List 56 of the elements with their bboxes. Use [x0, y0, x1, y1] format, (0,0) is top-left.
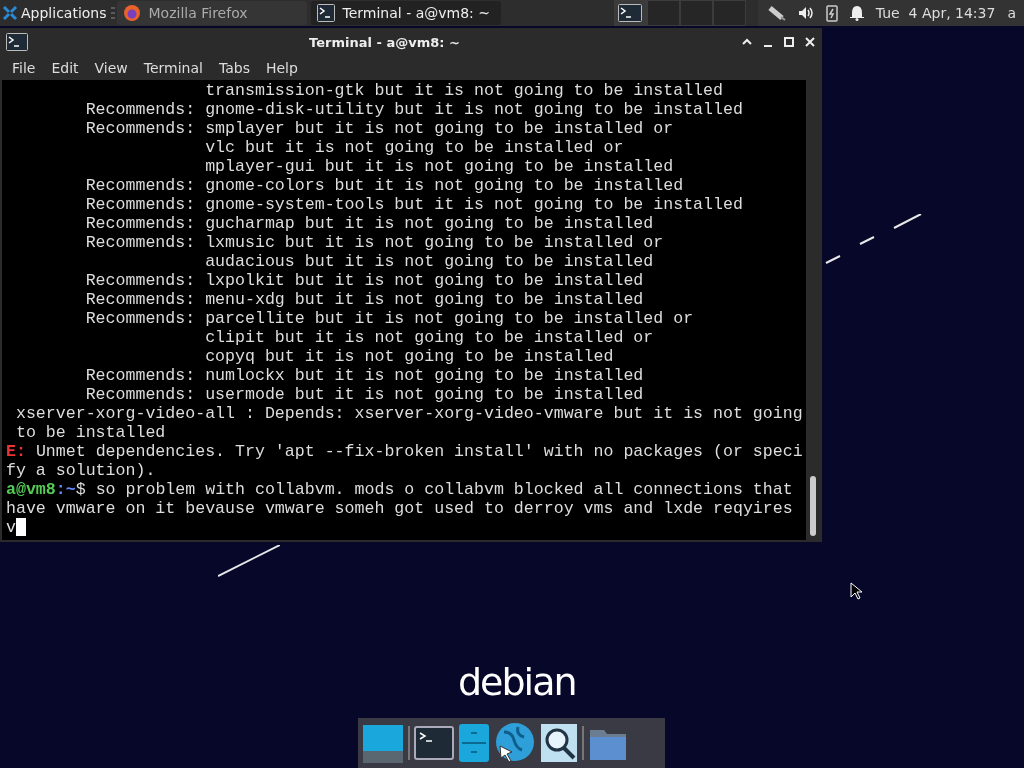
- terminal-line: Recommends: usermode but it is not going to be installed: [84, 385, 645, 404]
- terminal-line: Recommends: parcellite but it is not going to be installed or: [84, 309, 695, 328]
- terminal-line: a@vm8:~$ so problem with collabvm. mods o collabvm blocked all connections that: [6, 480, 794, 499]
- text-cursor: [15, 518, 26, 536]
- terminal-line: fy a solution).: [6, 461, 157, 480]
- terminal-line: Recommends: lxmusic but it is not going to be installed or: [84, 233, 665, 252]
- clock[interactable]: Tue 4 Apr, 14:37: [875, 5, 996, 21]
- handle-icon: [110, 6, 115, 20]
- terminal-line: E: Unmet dependencies. Try 'apt --fix-broken install' with no packages (or speci: [6, 442, 804, 461]
- show-desktop-icon[interactable]: [362, 722, 404, 764]
- terminal-line: to be installed: [14, 423, 167, 442]
- scrollbar[interactable]: [806, 80, 820, 540]
- terminal-line: audacious but it is not going to be installed: [204, 252, 655, 271]
- mouse-pointer-icon: [850, 582, 862, 600]
- user-name[interactable]: a: [1007, 5, 1016, 21]
- terminal-line: have vmware on it bevause vmware someh got used to derroy vms and lxde reqyires: [6, 499, 794, 518]
- menu-item[interactable]: Tabs: [210, 60, 258, 76]
- menu-item[interactable]: View: [86, 60, 136, 76]
- globe-icon[interactable]: [494, 722, 536, 764]
- volume-icon[interactable]: [797, 5, 814, 21]
- terminal-line: Recommends: lxpolkit but it is not going to be installed: [84, 271, 645, 290]
- menu-item[interactable]: Terminal: [135, 60, 211, 76]
- wallpaper-line-drawing: [218, 545, 280, 577]
- notification-bell-icon[interactable]: [849, 5, 864, 21]
- terminal-line: v: [6, 518, 806, 537]
- battery-icon[interactable]: [825, 4, 838, 22]
- applications-menu[interactable]: Applications: [0, 0, 109, 26]
- file-cabinet-icon[interactable]: [458, 722, 490, 764]
- window-title: Terminal - a@vm8: ~: [308, 34, 461, 50]
- debian-logo: debian: [458, 660, 576, 704]
- menu-item[interactable]: Help: [257, 60, 306, 76]
- terminal-line: xserver-xorg-video-all : Depends: xserver-xorg-video-vmware but it is not going: [14, 404, 804, 423]
- terminal-icon: [316, 4, 335, 22]
- debian-swirl-icon: [2, 5, 18, 21]
- terminal-icon: [618, 4, 643, 22]
- terminal-line: Recommends: menu-xdg but it is not going to be installed: [84, 290, 645, 309]
- terminal-line: transmission-gtk but it is not going to be installed: [204, 81, 724, 100]
- terminal-icon: [6, 33, 28, 51]
- maximize-icon[interactable]: [783, 36, 795, 48]
- terminal-line: copyq but it is not going to be installed: [204, 347, 615, 366]
- terminal-line: clipit but it is not going to be installed or: [204, 328, 655, 347]
- terminal-line: Recommends: gnome-system-tools but it is not going to be installed: [84, 195, 744, 214]
- terminal-line: Recommends: numlockx but it is not going to be installed: [84, 366, 645, 385]
- taskbar-window-button[interactable]: Mozilla Firefox: [116, 1, 307, 25]
- menu-item[interactable]: Edit: [43, 60, 87, 76]
- terminal-line: Recommends: gnome-colors but it is not going to be installed: [84, 176, 685, 195]
- taskbar-window-button[interactable]: Terminal - a@vm8: ~: [310, 1, 501, 25]
- terminal-line: Recommends: gnome-disk-utility but it is not going to be installed: [84, 100, 744, 119]
- terminal-line: mplayer-gui but it is not going to be installed: [204, 157, 675, 176]
- terminal-line: Recommends: smplayer but it is not going to be installed or: [84, 119, 675, 138]
- search-icon[interactable]: [540, 722, 578, 764]
- menu-item[interactable]: File: [4, 60, 44, 76]
- terminal-line: vlc but it is not going to be installed or: [204, 138, 625, 157]
- workspace-button[interactable]: [613, 0, 647, 26]
- close-icon[interactable]: [804, 36, 816, 48]
- terminal-line: Recommends: gucharmap but it is not going to be installed: [84, 214, 655, 233]
